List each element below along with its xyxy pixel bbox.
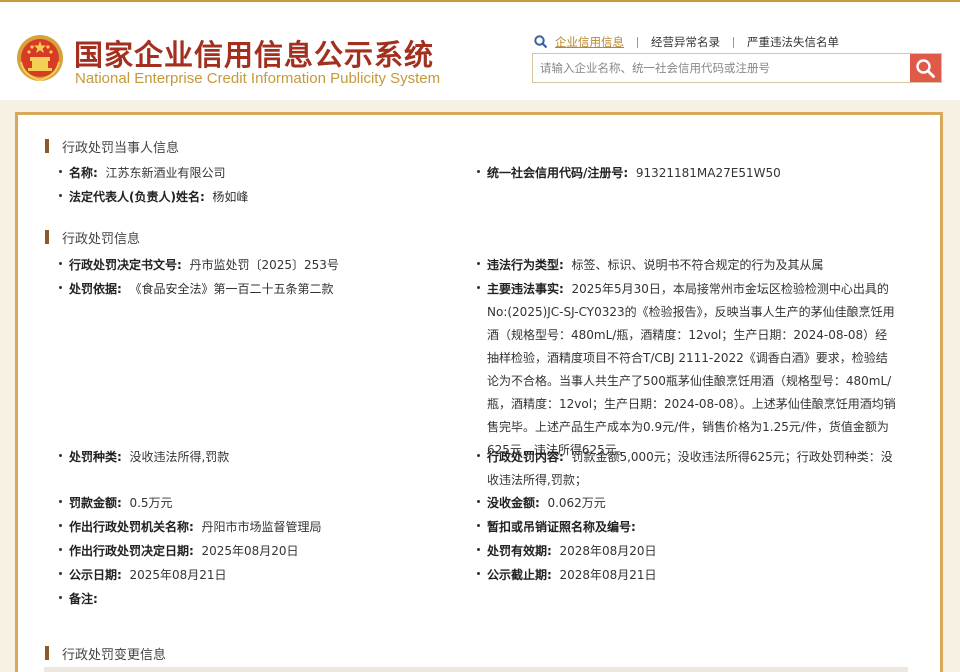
search-icon <box>916 59 935 78</box>
section-title: 行政处罚变更信息 <box>62 647 167 663</box>
field-publish-end: 公示截止期: 2028年08月21日 <box>477 564 657 587</box>
section-penalty-change: 行政处罚变更信息 <box>45 645 167 663</box>
field-valid-until: 处罚有效期: 2028年08月20日 <box>477 540 657 563</box>
field-remark: 备注: <box>59 588 105 611</box>
nav-divider <box>733 36 734 48</box>
field-decision-no: 行政处罚决定书文号: 丹市监处罚〔2025〕253号 <box>59 254 339 277</box>
field-main-facts: 主要违法事实: 2025年5月30日，本局接常州市金坛区检验检测中心出具的No:… <box>477 278 897 462</box>
search-icon <box>534 35 548 49</box>
section-penalty-info: 行政处罚信息 <box>45 229 141 247</box>
field-fine-amount: 罚款金额: 0.5万元 <box>59 492 173 515</box>
search-box <box>532 53 942 83</box>
section-title: 行政处罚信息 <box>62 231 141 247</box>
field-decision-date: 作出行政处罚决定日期: 2025年08月20日 <box>59 540 299 563</box>
field-penalty-content: 行政处罚内容: 罚款金额5,000元；没收违法所得625元；行政处罚种类：没收违… <box>477 446 897 492</box>
national-emblem-icon <box>17 35 63 82</box>
search-input[interactable] <box>533 54 911 82</box>
section-marker <box>45 646 49 660</box>
search-button[interactable] <box>910 54 941 82</box>
field-confiscated-amount: 没收金额: 0.062万元 <box>477 492 606 515</box>
field-violation-type: 违法行为类型: 标签、标识、说明书不符合规定的行为及其从属 <box>477 254 823 277</box>
site-header: 国家企业信用信息公示系统 National Enterprise Credit … <box>0 2 960 100</box>
nav-abnormal-list[interactable]: 经营异常名录 <box>651 34 720 50</box>
section-party-info: 行政处罚当事人信息 <box>45 138 180 156</box>
nav-serious-violation-list[interactable]: 严重违法失信名单 <box>747 34 839 50</box>
site-title-english: National Enterprise Credit Information P… <box>75 70 441 87</box>
field-penalty-kind: 处罚种类: 没收违法所得,罚款 <box>59 446 229 469</box>
nav-divider <box>637 36 638 48</box>
change-table-header <box>44 667 908 672</box>
top-nav: 企业信用信息 经营异常名录 严重违法失信名单 <box>533 33 839 51</box>
field-credit-code: 统一社会信用代码/注册号: 91321181MA27E51W50 <box>477 162 781 185</box>
field-license-suspended: 暂扣或吊销证照名称及编号: <box>477 516 643 539</box>
penalty-detail-panel: 行政处罚当事人信息 名称: 江苏东新酒业有限公司 统一社会信用代码/注册号: 9… <box>15 112 943 672</box>
site-title: 国家企业信用信息公示系统 <box>74 38 435 72</box>
field-basis: 处罚依据: 《食品安全法》第一百二十五条第二款 <box>59 278 333 301</box>
section-title: 行政处罚当事人信息 <box>62 140 180 156</box>
field-publish-date: 公示日期: 2025年08月21日 <box>59 564 227 587</box>
section-marker <box>45 139 49 153</box>
nav-enterprise-credit[interactable]: 企业信用信息 <box>555 34 624 50</box>
field-name: 名称: 江苏东新酒业有限公司 <box>59 162 225 185</box>
section-marker <box>45 230 49 244</box>
field-legal-rep: 法定代表人(负责人)姓名: 杨如峰 <box>59 186 248 209</box>
field-authority: 作出行政处罚机关名称: 丹阳市市场监督管理局 <box>59 516 321 539</box>
